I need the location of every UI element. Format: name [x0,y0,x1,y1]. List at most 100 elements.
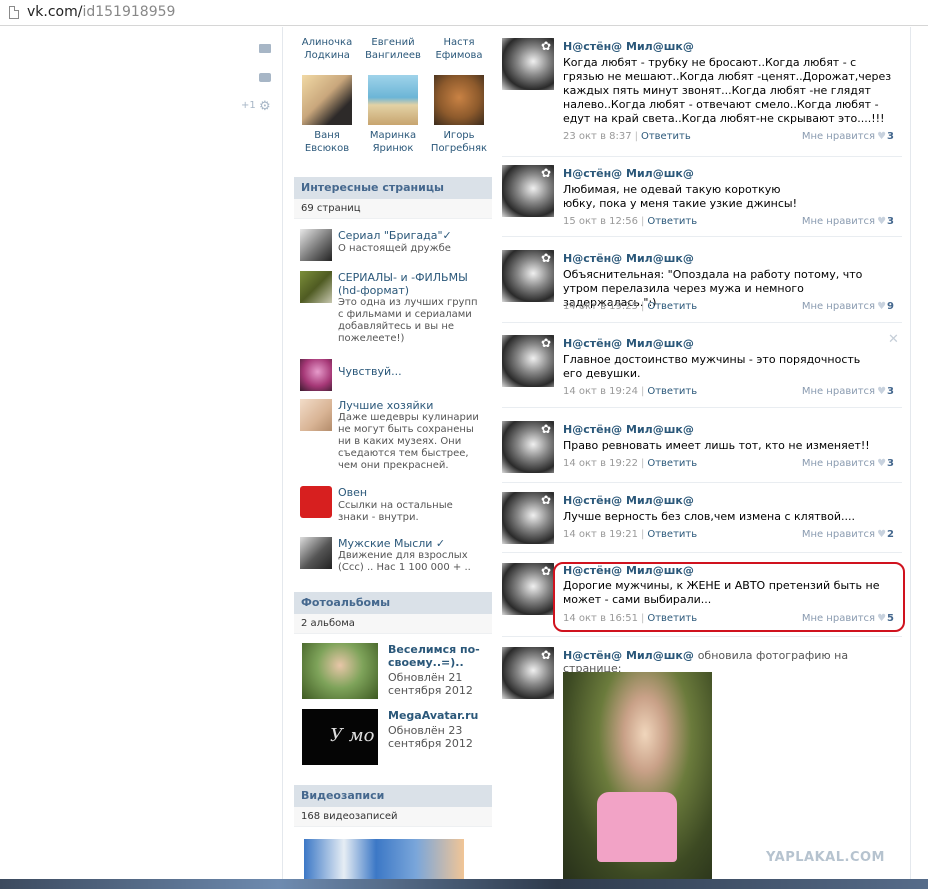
chat-bubble-icon[interactable] [259,73,271,82]
address-bar[interactable]: vk.com/id151918959 [0,0,928,26]
avatar[interactable] [502,335,554,387]
like-button[interactable]: Мне нравится ♥3 [802,458,894,469]
page-desc: О настоящей дружбе [338,243,451,254]
like-label: Мне нравится [801,458,876,469]
friend-item[interactable]: Ваня Евсюков [294,72,360,155]
page-item[interactable]: Мужские Мысли ✓ Движение для взрослых (С… [300,537,490,577]
heart-icon: ♥ [877,386,887,397]
url-host: vk.com/ [27,4,83,20]
avatar[interactable] [502,421,554,473]
post-author[interactable]: Н@стён@ Мил@шк@ [563,167,694,180]
page-thumb[interactable] [300,537,332,569]
page-title[interactable]: Сериал "Бригада"✓ [338,229,490,242]
reply-link[interactable]: Ответить [647,216,697,227]
like-label: Мне нравится [801,301,876,312]
page-title[interactable]: Мужские Мысли ✓ [338,537,490,550]
reply-link[interactable]: Ответить [641,131,691,142]
wall-post: Н@стён@ Мил@шк@ Лучше верность без слов,… [502,492,902,553]
author-link[interactable]: Н@стён@ Мил@шк@ [563,649,694,662]
heart-icon: ♥ [877,216,887,227]
friend-avatar[interactable] [302,75,352,125]
reply-link[interactable]: Ответить [647,386,697,397]
url-text[interactable]: vk.com/id151918959 [27,4,175,20]
page-item[interactable]: Овен Ссылки на остальные знаки - внутри. [300,486,490,526]
post-author[interactable]: Н@стён@ Мил@шк@ [563,494,694,507]
friend-name: Игорь [443,130,475,141]
friend-avatar[interactable] [368,75,418,125]
friend-item[interactable]: Маринка Яринюк [360,72,426,155]
friend-item[interactable]: Алиночка Лодкина [294,36,360,62]
divider [502,407,902,408]
post-author[interactable]: Н@стён@ Мил@шк@ [563,40,694,53]
page-desc: Это одна из лучших групп с фильмами и се… [338,297,478,344]
album-title[interactable]: Веселимся по-своему..=).. [388,643,492,669]
page-title[interactable]: Лучшие хозяйки [338,399,490,412]
like-label: Мне нравится [801,131,876,142]
avatar[interactable] [502,647,554,699]
highlight-annotation [553,562,905,632]
section-header[interactable]: Фотоальбомы [294,592,492,614]
post-date[interactable]: 14 окт в 19:25 [563,301,638,312]
page-thumb[interactable] [300,271,332,303]
section-count[interactable]: 168 видеозаписей [294,807,492,827]
avatar[interactable] [502,38,554,90]
post-author[interactable]: Н@стён@ Мил@шк@ [563,423,694,436]
like-button[interactable]: Мне нравится ♥2 [802,529,894,540]
album-thumb[interactable] [302,643,378,699]
page-title[interactable]: Чувствуй... [338,365,490,378]
wall-post: Н@стён@ Мил@шк@ Любимая, не одевай такую… [502,165,902,237]
post-text: Когда любят - трубку не бросают..Когда л… [563,56,892,125]
plus-one-counter[interactable]: +1 [241,100,256,111]
post-date[interactable]: 14 окт в 19:24 [563,386,638,397]
page-thumb[interactable] [300,229,332,261]
friend-item[interactable]: Настя Ефимова [426,36,492,62]
page-item[interactable]: Лучшие хозяйки Даже шедевры кулинарии не… [300,399,490,475]
like-count: 3 [887,386,894,397]
avatar[interactable] [502,563,554,615]
avatar[interactable] [502,165,554,217]
album-thumb[interactable]: У мо [302,709,378,765]
post-date[interactable]: 14 окт в 19:21 [563,529,638,540]
post-author[interactable]: Н@стён@ Мил@шк@ [563,337,694,350]
reply-link[interactable]: Ответить [647,529,697,540]
like-button[interactable]: Мне нравится ♥3 [802,131,894,142]
avatar[interactable] [502,250,554,302]
section-header[interactable]: Видеозаписи [294,785,492,807]
like-button[interactable]: Мне нравится ♥3 [802,216,894,227]
mail-icon[interactable] [259,44,271,53]
gear-icon[interactable]: ⚙ [259,99,271,114]
page-item[interactable]: Сериал "Бригада"✓ О настоящей дружбе [300,229,490,265]
aries-icon[interactable] [300,486,332,518]
friend-item[interactable]: Игорь Погребняк [426,72,492,155]
section-count[interactable]: 69 страниц [294,199,492,219]
friend-item[interactable]: Евгений Вангилеев [360,36,426,62]
avatar[interactable] [502,492,554,544]
reply-link[interactable]: Ответить [647,458,697,469]
post-text: Главное достоинство мужчины - это порядо… [563,353,861,380]
reply-link[interactable]: Ответить [647,301,697,312]
like-button[interactable]: Мне нравится ♥9 [802,301,894,312]
like-button[interactable]: Мне нравится ♥3 [802,386,894,397]
album-item[interactable]: У мо MegaAvatar.ru Обновлён 23 сентября … [302,709,492,765]
page-item[interactable]: Чувствуй... [300,359,490,391]
post-photo[interactable] [563,672,712,879]
page-thumb[interactable] [300,359,332,391]
post-date[interactable]: 23 окт в 8:37 [563,131,632,142]
page-desc: Даже шедевры кулинарии не могут быть сох… [338,412,479,471]
friend-avatar[interactable] [434,75,484,125]
like-count: 2 [887,529,894,540]
wall-post: Н@стён@ Мил@шк@ Когда любят - трубку не … [502,38,902,158]
post-date[interactable]: 15 окт в 12:56 [563,216,638,227]
album-title[interactable]: MegaAvatar.ru [388,709,492,722]
friend-surname: Вангилеев [365,50,421,61]
page-title[interactable]: Овен [338,486,490,499]
page-item[interactable]: СЕРИАЛЫ- и -ФИЛЬМЫ (hd-формат) Это одна … [300,271,490,351]
page-title[interactable]: СЕРИАЛЫ- и -ФИЛЬМЫ (hd-формат) [338,271,490,297]
section-header[interactable]: Интересные страницы [294,177,492,199]
album-item[interactable]: Веселимся по-своему..=).. Обновлён 21 се… [302,643,492,699]
section-count[interactable]: 2 альбома [294,614,492,634]
post-author[interactable]: Н@стён@ Мил@шк@ [563,252,694,265]
page-thumb[interactable] [300,399,332,431]
post-date[interactable]: 14 окт в 19:22 [563,458,638,469]
divider [502,552,902,553]
